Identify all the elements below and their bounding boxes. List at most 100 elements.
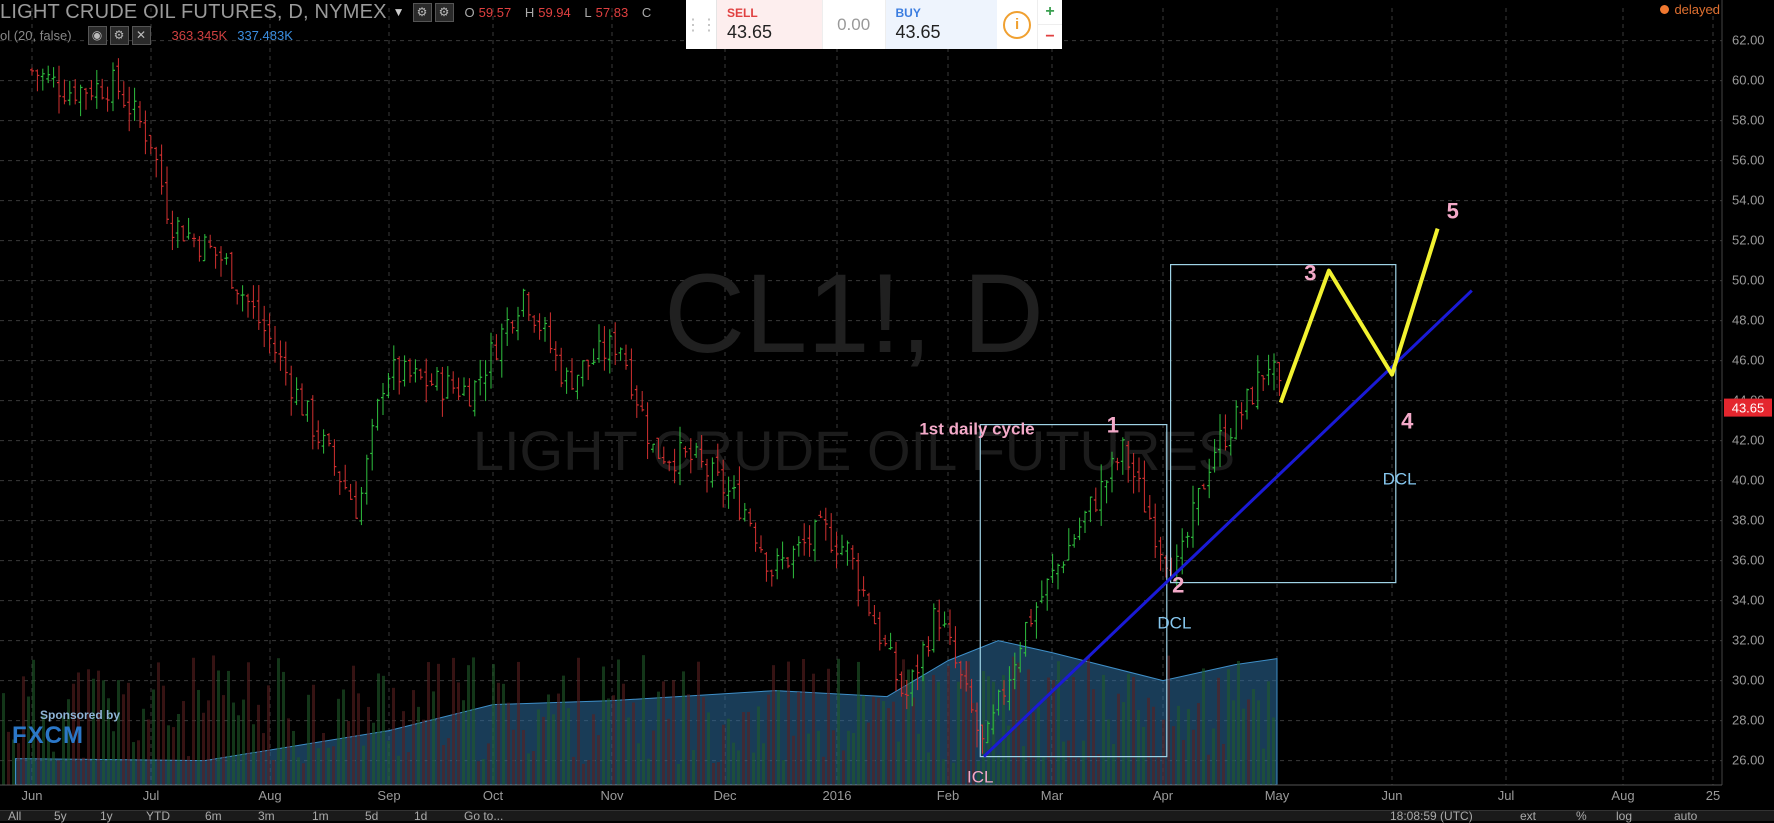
price-axis: 26.00 28.00 30.00 32.00 34.00 36.00 38.00 40.00… bbox=[1721, 0, 1774, 800]
range-5d[interactable]: 5d bbox=[365, 809, 378, 823]
volume-bar bbox=[822, 756, 825, 785]
volume-bar bbox=[517, 661, 520, 785]
eye-icon[interactable]: ◉ bbox=[87, 26, 107, 45]
ext-toggle[interactable]: ext bbox=[1520, 809, 1536, 823]
minus-icon[interactable]: − bbox=[1038, 25, 1062, 49]
volume-bar bbox=[952, 762, 955, 785]
volume-bar bbox=[167, 725, 170, 785]
volume-bar bbox=[1062, 741, 1065, 785]
volume-bar bbox=[272, 759, 275, 785]
volume-bar bbox=[527, 753, 530, 785]
volume-bar bbox=[962, 670, 965, 785]
volume-bar bbox=[877, 698, 880, 785]
volume-bar bbox=[647, 758, 650, 785]
range-all[interactable]: All bbox=[8, 809, 21, 823]
volume-bar bbox=[397, 755, 400, 785]
volume-bar bbox=[1167, 655, 1170, 785]
range-1y[interactable]: 1y bbox=[100, 809, 113, 823]
volume-bar bbox=[1212, 728, 1215, 785]
cycle-low-label: DCL bbox=[1157, 614, 1191, 633]
settings-icon[interactable]: ⚙ bbox=[412, 2, 432, 22]
range-1m[interactable]: 1m bbox=[312, 809, 329, 823]
volume-bar bbox=[1067, 740, 1070, 785]
volume-bar bbox=[1107, 719, 1110, 785]
volume-bar bbox=[507, 702, 510, 785]
volume-bar bbox=[187, 756, 190, 785]
volume-bar bbox=[232, 702, 235, 785]
volume-bar bbox=[712, 763, 715, 785]
range-3m[interactable]: 3m bbox=[258, 809, 275, 823]
x-tick-label: Nov bbox=[600, 788, 624, 803]
volume-bar bbox=[367, 706, 370, 785]
sponsor-label: Sponsored by bbox=[40, 708, 121, 722]
volume-bar bbox=[557, 693, 560, 785]
gear-icon[interactable]: ⚙ bbox=[109, 26, 129, 45]
volume-bar bbox=[867, 722, 870, 785]
close-icon[interactable]: ✕ bbox=[131, 26, 151, 45]
volume-bar bbox=[522, 729, 525, 785]
volume-bar bbox=[927, 752, 930, 785]
wave-label: 1 bbox=[1107, 413, 1119, 438]
status-dot-icon bbox=[1660, 5, 1670, 14]
symbol-title[interactable]: LIGHT CRUDE OIL FUTURES, D, NYMEX bbox=[0, 1, 387, 24]
volume-bar bbox=[777, 690, 780, 785]
y-tick-label: 42.00 bbox=[1732, 433, 1765, 448]
gear-icon[interactable]: ⚙ bbox=[434, 2, 454, 22]
volume-bar bbox=[707, 712, 710, 785]
range-5y[interactable]: 5y bbox=[54, 809, 67, 823]
y-tick-label: 38.00 bbox=[1732, 513, 1765, 528]
range-1d[interactable]: 1d bbox=[414, 809, 427, 823]
volume-bar bbox=[1027, 669, 1030, 785]
volume-bar bbox=[672, 680, 675, 785]
volume-bar bbox=[197, 689, 200, 785]
volume-bar bbox=[652, 730, 655, 785]
volume-bar bbox=[697, 661, 700, 785]
sell-button[interactable]: SELL 43.65 bbox=[717, 0, 823, 49]
volume-bar bbox=[772, 665, 775, 785]
low-value: 57.83 bbox=[595, 4, 629, 20]
volume-bar bbox=[757, 706, 760, 785]
volume-indicator-label[interactable]: ol (20, false) bbox=[0, 28, 72, 43]
plus-icon[interactable]: + bbox=[1038, 0, 1062, 25]
volume-bar bbox=[607, 698, 610, 785]
volume-bar bbox=[412, 690, 415, 785]
fxcm-logo[interactable]: FXCM bbox=[12, 722, 84, 750]
volume-bar bbox=[1257, 700, 1260, 785]
log-toggle[interactable]: log bbox=[1616, 809, 1632, 823]
volume-bar bbox=[957, 681, 960, 785]
volume-bar bbox=[902, 659, 905, 785]
info-button[interactable]: i bbox=[997, 0, 1037, 49]
chevron-down-icon[interactable]: ▼ bbox=[393, 5, 405, 19]
clock-label: 18:08:59 (UTC) bbox=[1390, 809, 1473, 823]
volume-bar bbox=[932, 674, 935, 785]
buy-button[interactable]: BUY 43.65 bbox=[885, 0, 998, 49]
volume-indicator-row: ol (20, false) ◉ ⚙ ✕ 363.345K 337.483K bbox=[0, 26, 293, 45]
volume-bar bbox=[327, 747, 330, 785]
volume-bar bbox=[1217, 677, 1220, 785]
volume-value-1: 363.345K bbox=[171, 28, 228, 43]
volume-bar bbox=[687, 694, 690, 785]
volume-bar bbox=[52, 751, 55, 785]
volume-bar bbox=[1032, 712, 1035, 785]
volume-bar bbox=[567, 708, 570, 785]
volume-bar bbox=[747, 711, 750, 785]
cycle-low-label: DCL bbox=[1383, 470, 1417, 489]
goto-button[interactable]: Go to... bbox=[464, 809, 503, 823]
open-label: O bbox=[464, 4, 475, 20]
volume-bar bbox=[1052, 680, 1055, 785]
time-axis: Jun Jul Aug Sep Oct Nov Dec 2016 Feb Mar Apr May Jun… bbox=[0, 784, 1722, 803]
volume-bar bbox=[942, 759, 945, 785]
percent-toggle[interactable]: % bbox=[1576, 809, 1587, 823]
volume-bar bbox=[1172, 726, 1175, 785]
auto-toggle[interactable]: auto bbox=[1674, 809, 1697, 823]
range-6m[interactable]: 6m bbox=[205, 809, 222, 823]
x-tick-label: Oct bbox=[483, 788, 504, 803]
volume-bar bbox=[407, 752, 410, 785]
drag-handle-icon[interactable]: ⋮⋮ bbox=[685, 0, 717, 49]
volume-bar bbox=[82, 757, 85, 785]
volume-bar bbox=[382, 675, 385, 785]
volume-bar bbox=[1022, 746, 1025, 785]
price-chart[interactable]: CL1!, D LIGHT CRUDE OIL FUTURES 1st dail… bbox=[0, 0, 1774, 820]
range-ytd[interactable]: YTD bbox=[146, 809, 170, 823]
y-tick-label: 28.00 bbox=[1732, 713, 1765, 728]
